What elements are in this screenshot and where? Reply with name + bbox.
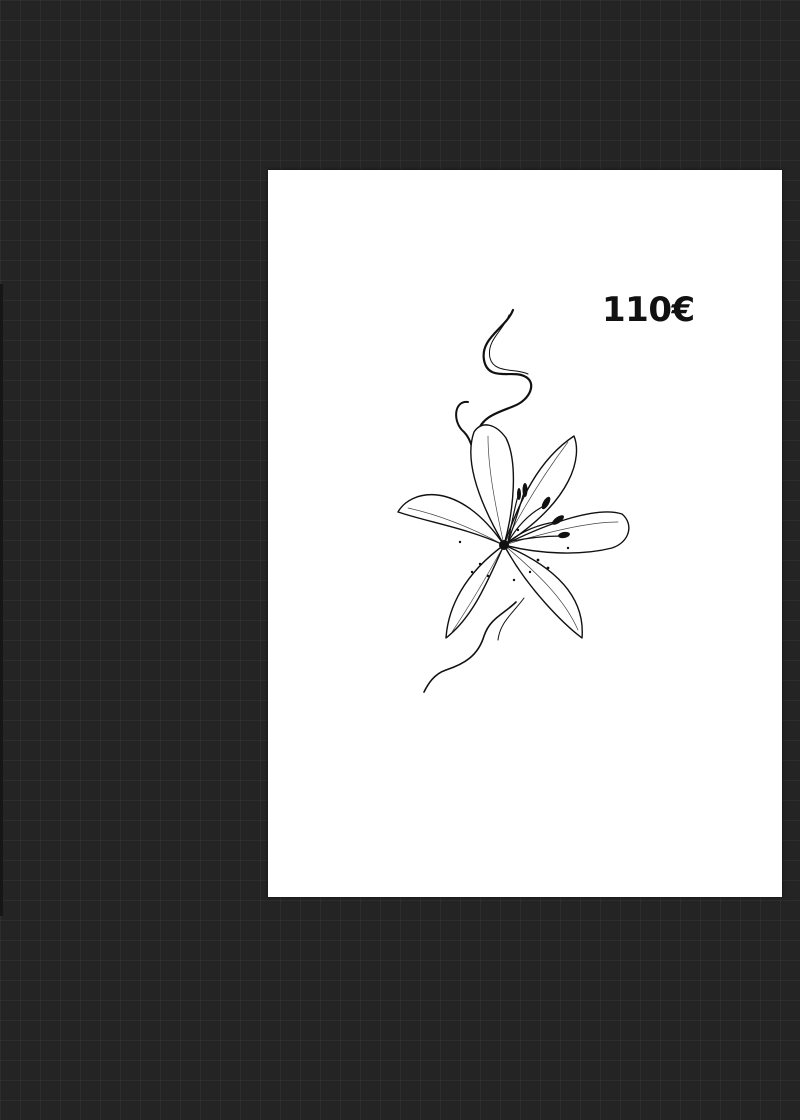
lily-flower-sketch-icon: [397, 308, 630, 693]
artwork-sheet: 110€: [268, 170, 782, 897]
price-label: 110€: [602, 290, 695, 330]
canvas-edge: [0, 284, 3, 916]
